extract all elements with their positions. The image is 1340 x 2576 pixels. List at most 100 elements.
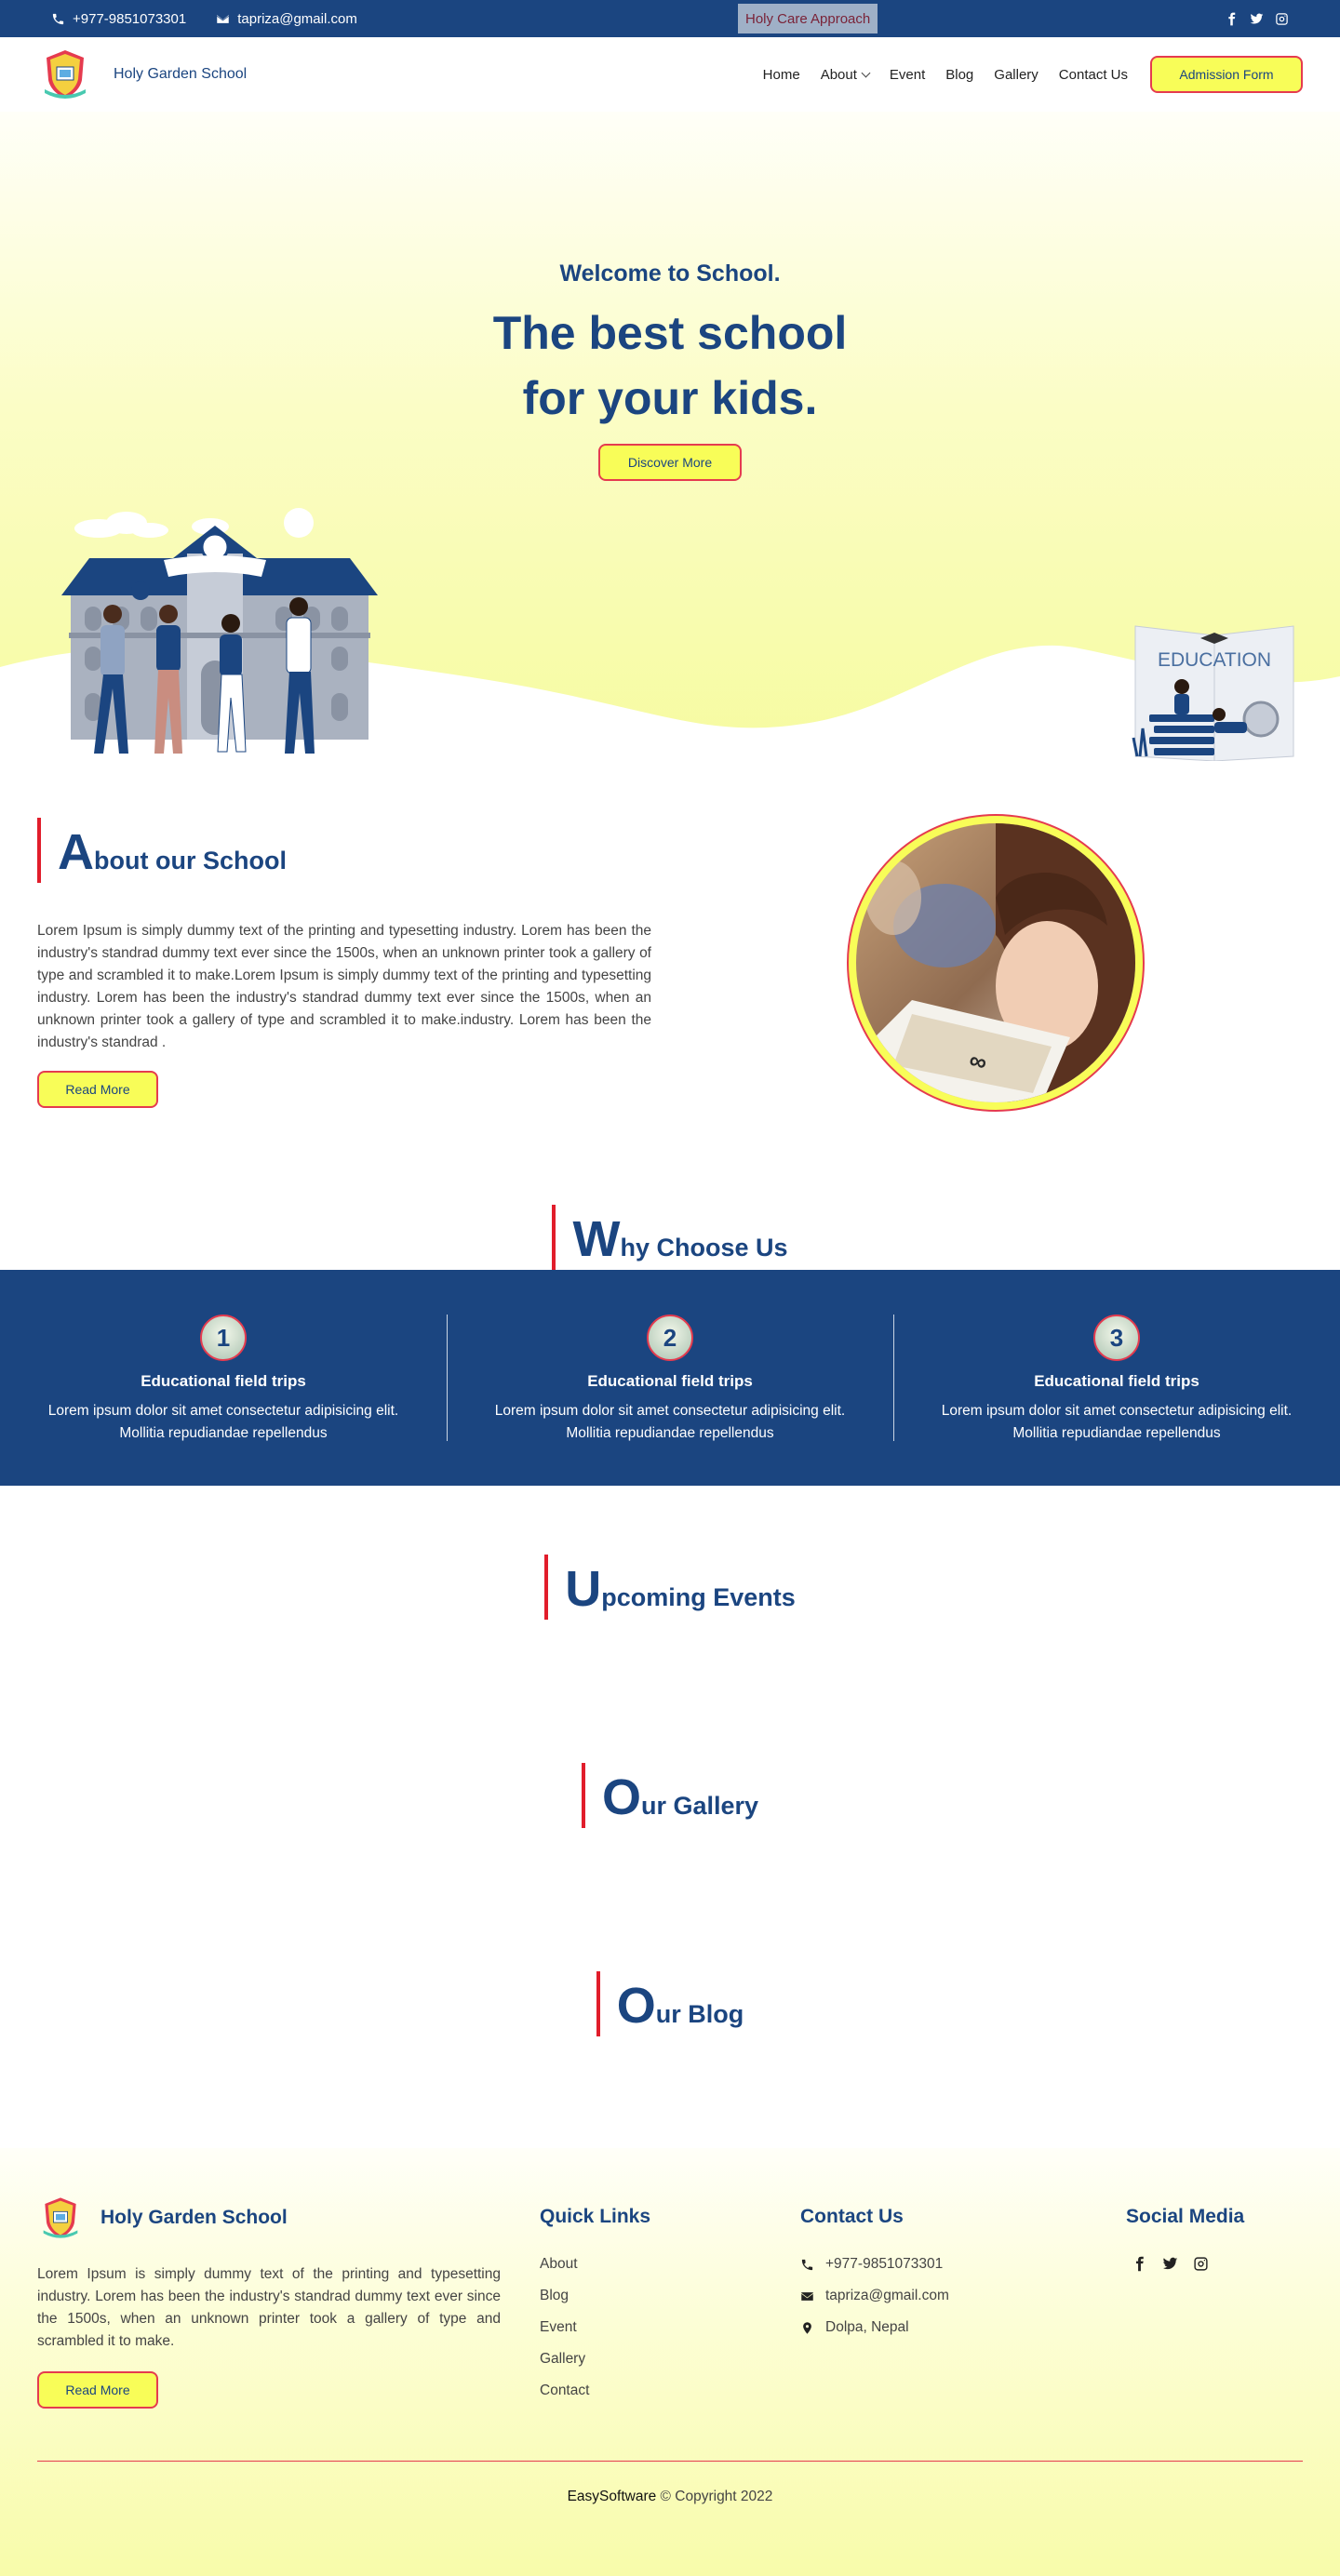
gallery-heading-text: Our Gallery (602, 1772, 758, 1828)
footer-link-blog[interactable]: Blog (540, 2280, 800, 2312)
why-card-line2: Mollitia repudiandae repellendus (566, 1425, 774, 1441)
topbar-email[interactable]: tapriza@gmail.com (216, 11, 357, 27)
blog-heading: Our Blog (0, 1969, 1340, 2036)
why-card: 1 Educational field trips Lorem ipsum do… (0, 1270, 447, 1486)
footer-columns: Holy Garden School Lorem Ipsum is simply… (37, 2148, 1303, 2409)
footer-brand-name: Holy Garden School (100, 2207, 288, 2228)
hero-title-line1: The best school (492, 307, 848, 359)
hero-text: Welcome to School. The best school for y… (0, 260, 1340, 481)
school-students-illustration (61, 508, 378, 754)
nav-home[interactable]: Home (763, 67, 800, 83)
topbar-phone[interactable]: +977-9851073301 (51, 11, 186, 27)
events-heading-rest: pcoming Events (601, 1583, 796, 1611)
instagram-icon[interactable] (1275, 12, 1289, 26)
footer-link-gallery[interactable]: Gallery (540, 2343, 800, 2375)
instagram-icon[interactable] (1193, 2256, 1209, 2272)
about-heading: About our School (37, 816, 651, 883)
why-card-title: Educational field trips (141, 1372, 306, 1390)
nav-about[interactable]: About (820, 66, 871, 83)
footer-school-logo[interactable] (37, 2195, 84, 2241)
footer-address-text: Dolpa, Nepal (825, 2319, 909, 2335)
brand-name[interactable]: Holy Garden School (114, 66, 247, 83)
about-heading-cap: A (58, 824, 94, 880)
why-heading: Why Choose Us (0, 1188, 1340, 1270)
admission-form-button[interactable]: Admission Form (1150, 56, 1303, 93)
girl-reading-photo: ∞ (856, 823, 1135, 1102)
facebook-icon[interactable] (1225, 12, 1239, 26)
envelope-icon (801, 2291, 813, 2301)
facebook-icon[interactable] (1132, 2256, 1147, 2272)
education-book-illustration: EDUCATION (1132, 625, 1294, 761)
holy-care-badge[interactable]: Holy Care Approach (738, 4, 878, 33)
nav-gallery[interactable]: Gallery (994, 67, 1038, 83)
footer-phone-text: +977-9851073301 (825, 2256, 944, 2272)
footer-social: Social Media (1126, 2195, 1244, 2409)
footer-about: Holy Garden School Lorem Ipsum is simply… (37, 2195, 501, 2409)
blog-heading-cap: O (616, 1978, 656, 2034)
site-header: Holy Garden School Home About Event Blog… (0, 37, 1340, 112)
school-logo[interactable] (37, 47, 93, 102)
why-number: 3 (1093, 1315, 1140, 1361)
gallery-heading-rest: ur Gallery (640, 1792, 759, 1820)
nav-blog[interactable]: Blog (945, 67, 973, 83)
why-card-line1: Lorem ipsum dolor sit amet consectetur a… (47, 1403, 399, 1419)
blog-heading-text: Our Blog (617, 1981, 744, 2036)
top-bar: +977-9851073301 tapriza@gmail.com Holy C… (0, 0, 1340, 37)
nav-event[interactable]: Event (890, 67, 925, 83)
footer-divider (37, 2461, 1303, 2462)
why-card: 3 Educational field trips Lorem ipsum do… (893, 1270, 1340, 1486)
quick-links-title: Quick Links (540, 2206, 651, 2227)
topbar-email-text: tapriza@gmail.com (237, 10, 357, 27)
footer-link-contact[interactable]: Contact (540, 2375, 800, 2407)
heading-accent-bar (581, 1763, 585, 1828)
about-section: About our School Lorem Ipsum is simply d… (0, 769, 1340, 1188)
phone-icon (52, 13, 64, 24)
gallery-heading: Our Gallery (0, 1761, 1340, 1828)
why-heading-rest: hy Choose Us (620, 1234, 788, 1261)
company-name[interactable]: EasySoftware (568, 2489, 657, 2504)
topbar-socials (1225, 12, 1289, 26)
why-card-line1: Lorem ipsum dolor sit amet consectetur a… (941, 1403, 1293, 1419)
about-heading-rest: bout our School (94, 847, 287, 874)
topbar-phone-text: +977-9851073301 (73, 10, 187, 27)
chevron-down-icon (861, 68, 871, 77)
map-pin-icon (803, 2321, 811, 2334)
footer-about-text: Lorem Ipsum is simply dummy text of the … (37, 2266, 501, 2349)
about-paragraph: Lorem Ipsum is simply dummy text of the … (37, 923, 651, 1050)
footer-contact: Contact Us +977-9851073301 tapriza@gmail… (800, 2195, 1126, 2409)
nav-contact[interactable]: Contact Us (1059, 67, 1128, 83)
why-card-text: Lorem ipsum dolor sit amet consectetur a… (495, 1400, 845, 1445)
footer-address: Dolpa, Nepal (800, 2312, 1126, 2343)
why-card-line1: Lorem ipsum dolor sit amet consectetur a… (494, 1403, 846, 1419)
blog-heading-rest: ur Blog (655, 2000, 744, 2028)
footer-link-event[interactable]: Event (540, 2312, 800, 2343)
why-heading-text: Why Choose Us (572, 1214, 787, 1270)
education-label: EDUCATION (1158, 649, 1271, 671)
nav-about-label: About (820, 66, 857, 83)
contact-rows: +977-9851073301 tapriza@gmail.com Dolpa,… (800, 2249, 1126, 2343)
hero-welcome: Welcome to School. (559, 260, 781, 287)
why-heading-cap: W (572, 1211, 621, 1267)
discover-more-button[interactable]: Discover More (598, 444, 742, 481)
footer-link-about[interactable]: About (540, 2249, 800, 2280)
heading-accent-bar (596, 1971, 600, 2036)
phone-icon (801, 2259, 813, 2270)
footer-email[interactable]: tapriza@gmail.com (800, 2280, 1126, 2312)
gallery-heading-cap: O (601, 1769, 641, 1825)
heading-accent-bar (552, 1205, 556, 1270)
twitter-icon[interactable] (1250, 12, 1264, 26)
main-nav: Home About Event Blog Gallery Contact Us… (763, 56, 1303, 93)
footer-read-more-button[interactable]: Read More (37, 2371, 158, 2409)
footer-social-icons (1126, 2256, 1244, 2272)
about-heading-text: About our School (58, 827, 287, 883)
footer-phone[interactable]: +977-9851073301 (800, 2249, 1126, 2280)
about-read-more-button[interactable]: Read More (37, 1071, 158, 1108)
why-card-title: Educational field trips (1034, 1372, 1199, 1390)
why-choose-section: 1 Educational field trips Lorem ipsum do… (0, 1270, 1340, 1486)
footer-brand: Holy Garden School (37, 2195, 501, 2241)
footer-email-text: tapriza@gmail.com (825, 2288, 949, 2303)
events-heading-cap: U (565, 1561, 602, 1617)
heading-accent-bar (37, 818, 41, 883)
site-footer: Holy Garden School Lorem Ipsum is simply… (0, 2148, 1340, 2576)
twitter-icon[interactable] (1162, 2256, 1178, 2272)
